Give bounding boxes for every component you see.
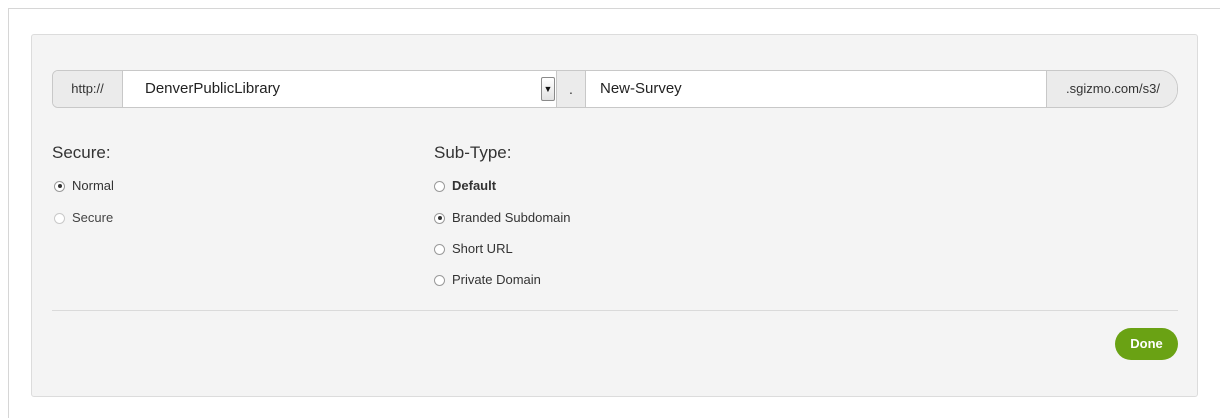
radio-label: Secure: [72, 210, 114, 225]
subtype-option-branded-subdomain[interactable]: Branded Subdomain: [434, 209, 571, 227]
radio-button[interactable]: [54, 180, 65, 192]
secure-heading: Secure:: [52, 143, 111, 162]
triangle-down-icon: ▼: [543, 84, 553, 94]
subtype-heading: Sub-Type:: [434, 143, 512, 162]
radio-button[interactable]: [54, 212, 65, 224]
subtype-option-private-domain[interactable]: Private Domain: [434, 271, 541, 289]
subtype-option-default[interactable]: Default: [434, 177, 496, 195]
secure-option-secure[interactable]: Secure: [54, 209, 113, 227]
done-button[interactable]: Done: [1115, 328, 1178, 360]
radio-button[interactable]: [434, 180, 445, 192]
survey-path-input[interactable]: New-Survey: [586, 71, 1046, 107]
domain-input[interactable]: DenverPublicLibrary: [123, 71, 543, 107]
radio-label: Default: [452, 178, 497, 193]
radio-label: Private Domain: [452, 272, 541, 287]
radio-button[interactable]: [434, 274, 445, 286]
protocol-label: http://: [53, 71, 123, 107]
survey-url-bar: http:// DenverPublicLibrary ▼ . New-Surv…: [52, 70, 1178, 108]
subtype-option-short-url[interactable]: Short URL: [434, 240, 513, 258]
radio-label: Short URL: [452, 241, 513, 256]
domain-separator: .: [556, 71, 586, 107]
secure-option-normal[interactable]: Normal: [54, 177, 114, 195]
url-settings-panel: http:// DenverPublicLibrary ▼ . New-Surv…: [31, 34, 1198, 397]
panel-divider: [52, 310, 1178, 311]
domain-dropdown-button[interactable]: ▼: [541, 77, 555, 101]
radio-label: Branded Subdomain: [452, 210, 571, 225]
url-suffix-label: .sgizmo.com/s3/: [1046, 71, 1177, 107]
radio-button[interactable]: [434, 243, 445, 255]
radio-label: Normal: [72, 178, 114, 193]
radio-button[interactable]: [434, 212, 445, 224]
